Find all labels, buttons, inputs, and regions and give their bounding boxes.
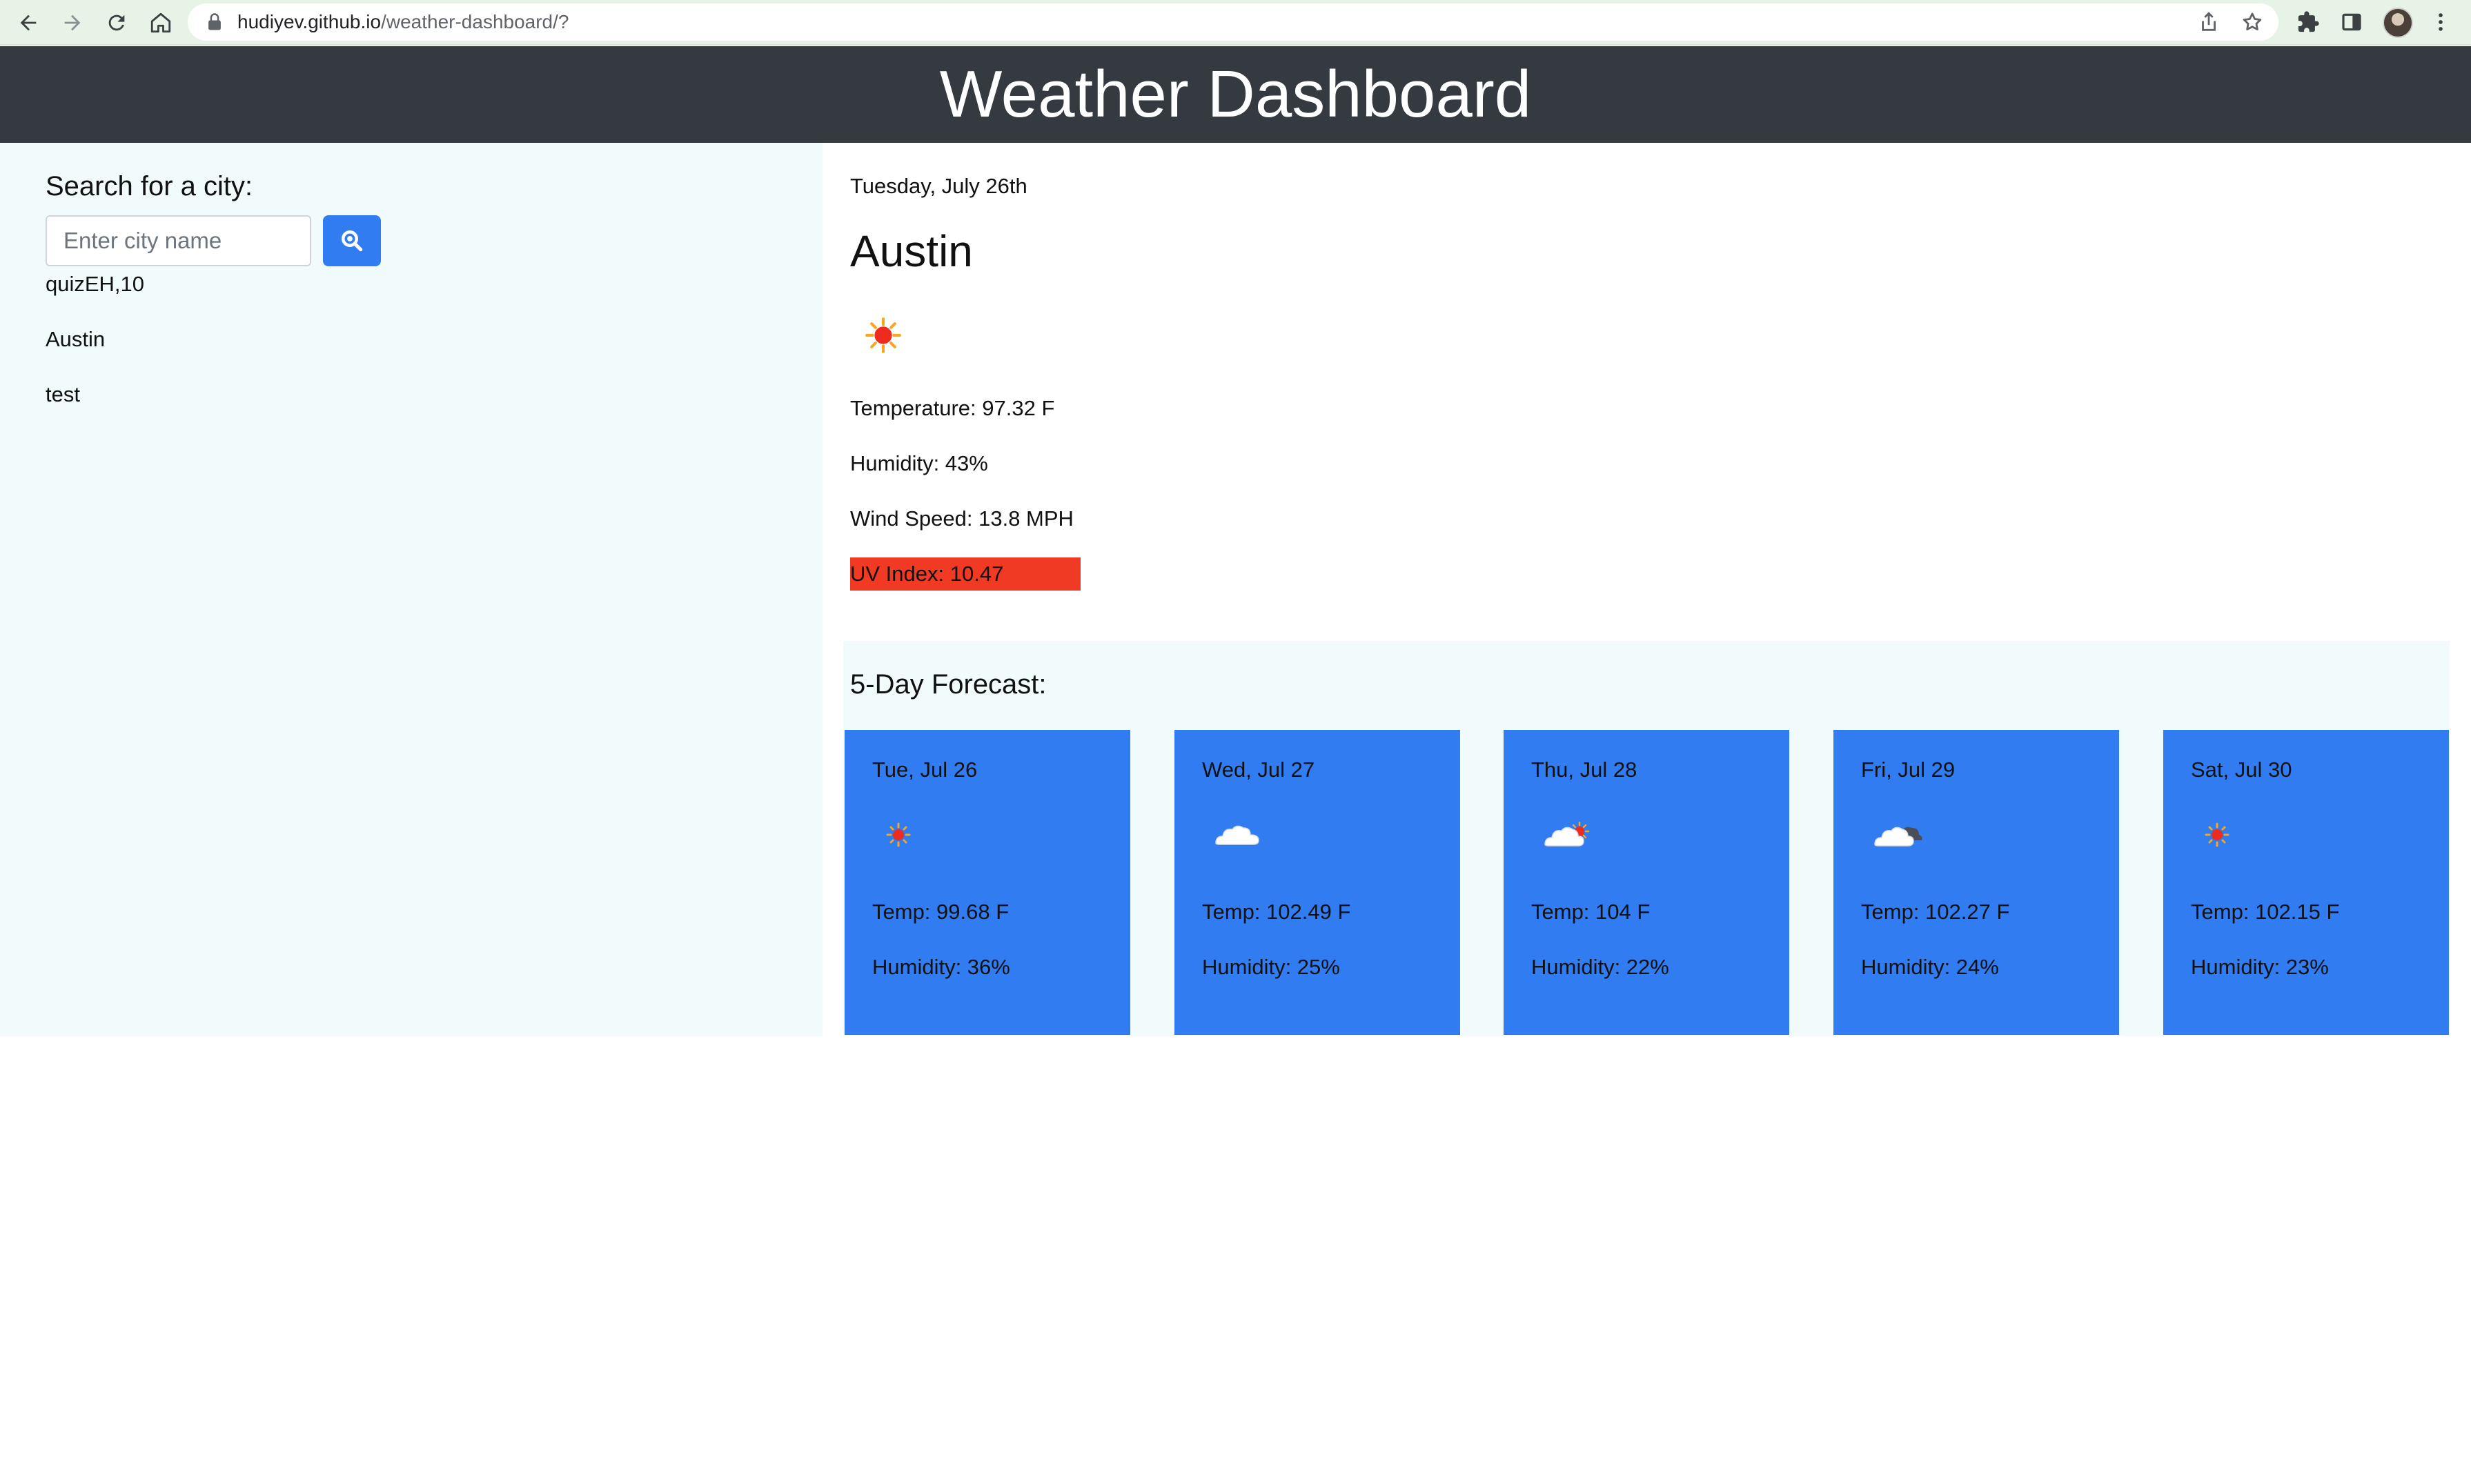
- lock-icon: [208, 13, 221, 30]
- menu-button[interactable]: [2427, 8, 2454, 36]
- history-item[interactable]: quizEH,10: [46, 272, 144, 297]
- forecast-temp: Temp: 102.15 F: [2191, 900, 2340, 924]
- forecast-humidity: Humidity: 24%: [1861, 955, 1999, 979]
- share-icon[interactable]: [2197, 10, 2221, 34]
- current-temperature: Temperature: 97.32 F: [850, 396, 1055, 420]
- forecast-humidity: Humidity: 23%: [2191, 955, 2329, 979]
- address-bar[interactable]: hudiyev.github.io/weather-dashboard/?: [188, 3, 2278, 41]
- forecast-humidity: Humidity: 36%: [872, 955, 1010, 979]
- browser-toolbar: hudiyev.github.io/weather-dashboard/?: [0, 0, 2471, 46]
- forecast-title: 5-Day Forecast:: [850, 669, 1047, 700]
- url-host: hudiyev.github.io: [237, 11, 382, 32]
- home-icon: [150, 12, 171, 33]
- url-text: hudiyev.github.io/weather-dashboard/?: [237, 12, 569, 32]
- forecast-temp: Temp: 104 F: [1531, 900, 1651, 924]
- forecast-date: Sat, Jul 30: [2191, 758, 2292, 782]
- forecast-card: Wed, Jul 27 Temp: 102.49 F Humidity: 25%: [1174, 730, 1460, 1035]
- forecast-humidity: Humidity: 22%: [1531, 955, 1669, 979]
- history-item[interactable]: Austin: [46, 327, 105, 352]
- puzzle-icon: [2298, 11, 2319, 32]
- search-label: Search for a city:: [46, 171, 253, 201]
- city-search-input[interactable]: [46, 215, 311, 266]
- forecast-temp: Temp: 102.27 F: [1861, 900, 2010, 924]
- forecast-card: Sat, Jul 30 Temp: 102.15 F Humidity: 23%: [2163, 730, 2449, 1035]
- back-button[interactable]: [11, 6, 46, 40]
- forecast-date: Wed, Jul 27: [1202, 758, 1315, 782]
- forecast-card: Thu, Jul 28 Temp: 104 F Humidity: 22%: [1504, 730, 1789, 1035]
- cloud-icon: [1215, 825, 1259, 845]
- home-button[interactable]: [144, 6, 178, 40]
- forward-button[interactable]: [55, 6, 90, 40]
- forecast-date: Fri, Jul 29: [1861, 758, 1956, 782]
- forecast-temp: Temp: 102.49 F: [1202, 900, 1351, 924]
- forecast-date: Thu, Jul 28: [1531, 758, 1637, 782]
- page-header: Weather Dashboard: [0, 46, 2471, 143]
- arrow-right-icon: [64, 14, 81, 31]
- reload-button[interactable]: [99, 6, 134, 40]
- forecast-temp: Temp: 99.68 F: [872, 900, 1010, 924]
- page-title: Weather Dashboard: [939, 57, 1532, 131]
- partly-cloudy-icon: [1544, 821, 1590, 847]
- current-date: Tuesday, July 26th: [850, 174, 1027, 198]
- current-wind-speed: Wind Speed: 13.8 MPH: [850, 506, 1074, 531]
- current-city-name: Austin: [850, 226, 973, 276]
- broken-clouds-icon: [1874, 827, 1922, 847]
- side-panel-button[interactable]: [2338, 8, 2365, 36]
- forecast-date: Tue, Jul 26: [872, 758, 978, 782]
- side-panel-icon: [2342, 13, 2361, 31]
- kebab-menu-icon: [2439, 13, 2443, 31]
- forecast-card: Fri, Jul 29 Temp: 102.27 F Humidity: 24%: [1833, 730, 2119, 1035]
- arrow-left-icon: [20, 14, 37, 31]
- uv-index-badge: UV Index: 10.47: [850, 557, 1081, 591]
- reload-icon: [108, 14, 125, 31]
- forecast-card: Tue, Jul 26 Temp: 99.68 F Humidity: 36%: [845, 730, 1130, 1035]
- sun-icon: [2205, 822, 2229, 847]
- bookmark-star-icon[interactable]: [2241, 10, 2264, 34]
- search-button[interactable]: [323, 215, 381, 266]
- current-humidity: Humidity: 43%: [850, 451, 988, 475]
- profile-avatar[interactable]: [2383, 8, 2413, 38]
- sun-icon: [865, 317, 901, 353]
- history-item[interactable]: test: [46, 382, 80, 407]
- search-icon: [342, 230, 363, 252]
- sun-icon: [886, 822, 911, 847]
- url-path: /weather-dashboard/?: [381, 11, 569, 32]
- forecast-humidity: Humidity: 25%: [1202, 955, 1340, 979]
- extensions-button[interactable]: [2294, 8, 2322, 36]
